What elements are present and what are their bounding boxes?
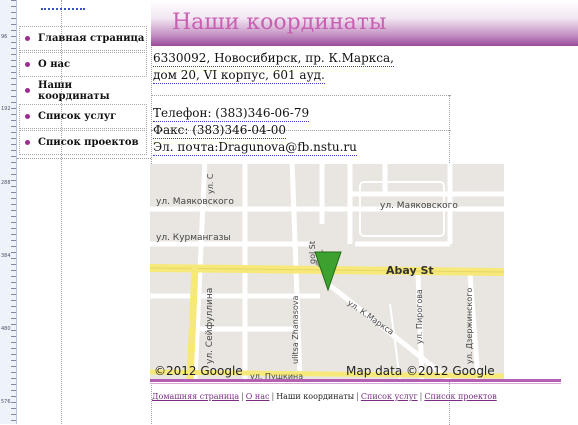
- layout-guide: [151, 95, 451, 96]
- address-block: 6330092, Новосибирск, пр. К.Маркса, дом …: [153, 50, 394, 84]
- email-text: Эл. почта:Dragunova@fb.nstu.ru: [153, 140, 357, 156]
- nav-item-label: Наши координаты: [38, 79, 110, 102]
- nav-item-home[interactable]: Главная страница: [19, 26, 147, 51]
- nav-item-label: Список услуг: [38, 111, 117, 122]
- nav-item-label: Главная страница: [38, 33, 145, 44]
- ruler-mark: 288: [1, 180, 11, 186]
- vertical-ruler: 96 192 288 384 480 576: [0, 0, 17, 424]
- bullet-icon: [25, 114, 30, 119]
- ruler-mark: 480: [1, 326, 11, 332]
- map-street-label: gol St: [308, 241, 317, 264]
- nav-item-contacts[interactable]: Наши координаты: [19, 78, 147, 103]
- layout-guide: [17, 158, 151, 159]
- bullet-icon: [25, 88, 30, 93]
- address-line: 6330092, Новосибирск, пр. К.Маркса,: [153, 51, 394, 67]
- footer-link-about[interactable]: О нас: [246, 392, 270, 401]
- footer-current: Наши координаты: [276, 392, 355, 401]
- footer-divider: [150, 379, 561, 382]
- contact-block: Телефон: (383)346-06-79 Факс: (383)346-0…: [153, 105, 357, 156]
- phone-text: Телефон: (383)346-06-79: [153, 106, 310, 122]
- map-street-label: ulitsa Zhanasova: [291, 296, 300, 364]
- map-street-label: ул. Маяковского: [380, 201, 458, 211]
- map-street-label: ул. Курмангазы: [156, 233, 231, 243]
- map-data-credit: Map data ©2012 Google: [346, 364, 495, 378]
- nav-item-projects[interactable]: Список проектов: [19, 130, 147, 155]
- nav-item-label: Список проектов: [38, 137, 139, 148]
- map-street-label: ул. Пирогова: [415, 289, 424, 344]
- map-graphic: ул. Маяковского ул. Маяковского ул. Курм…: [150, 164, 504, 380]
- location-map[interactable]: ул. Маяковского ул. Маяковского ул. Курм…: [150, 164, 504, 380]
- ruler-mark: 384: [1, 253, 11, 259]
- ruler-mark: 192: [1, 106, 11, 112]
- map-street-label: ул. Маяковского: [156, 197, 234, 207]
- nav-item-about[interactable]: О нас: [19, 52, 147, 77]
- page-header: Наши координаты: [151, 0, 578, 46]
- footer-divider: [150, 383, 561, 384]
- footer-link-home[interactable]: Домашняя страница: [152, 392, 239, 401]
- sidebar-nav: Главная страница О нас Наши координаты С…: [19, 26, 147, 156]
- map-street-label: ул. Дзержинского: [465, 288, 474, 364]
- footer-separator: |: [241, 392, 244, 401]
- footer-link-services[interactable]: Список услуг: [361, 392, 418, 401]
- footer-nav: Домашняя страница | О нас | Наши координаты |…: [152, 392, 497, 401]
- address-line: дом 20, VI корпус, 601 ауд.: [153, 68, 325, 84]
- footer-link-projects[interactable]: Список проектов: [424, 392, 496, 401]
- bullet-icon: [25, 62, 30, 67]
- map-street-label: ул. С: [206, 173, 215, 194]
- footer-separator: |: [356, 392, 359, 401]
- map-street-label: ул. Сейфуллина: [205, 288, 215, 364]
- nav-item-label: О нас: [38, 59, 71, 70]
- map-street-label: Abay St: [386, 264, 434, 277]
- bullet-icon: [25, 36, 30, 41]
- footer-separator: |: [271, 392, 275, 401]
- fax-text: Факс: (383)346-04-00: [153, 123, 287, 139]
- map-copyright: ©2012 Google: [154, 364, 243, 378]
- nav-item-services[interactable]: Список услуг: [19, 104, 147, 129]
- ruler-mark: 96: [1, 34, 8, 40]
- selection-handle[interactable]: [41, 8, 85, 11]
- page-title: Наши координаты: [172, 10, 387, 35]
- footer-separator: |: [419, 392, 423, 401]
- bullet-icon: [25, 140, 30, 145]
- ruler-mark: 576: [1, 399, 11, 405]
